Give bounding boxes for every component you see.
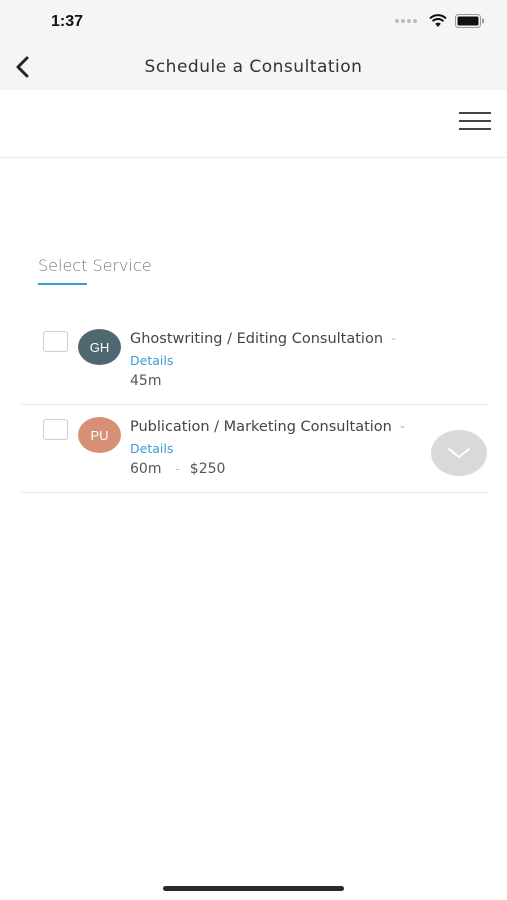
section-underline [38,283,87,285]
service-dash: - [391,331,397,347]
service-duration: 60m [130,461,162,477]
service-checkbox[interactable] [43,331,68,352]
avatar: PU [78,417,121,453]
status-time: 1:37 [51,13,84,30]
service-name-text: Publication / Marketing Consultation [130,419,392,435]
details-link[interactable]: Details [130,441,173,456]
scroll-down-button[interactable] [431,430,487,476]
select-service-label: Select Service [38,256,152,275]
wifi-icon [429,14,447,27]
status-icons [395,14,485,28]
service-meta: 60m - $250 [130,461,225,477]
page-title: Schedule a Consultation [144,57,363,77]
details-link[interactable]: Details [130,353,173,368]
meta-separator: - [175,462,180,476]
service-checkbox[interactable] [43,419,68,440]
service-name: Ghostwriting / Editing Consultation - [130,331,396,347]
service-name-text: Ghostwriting / Editing Consultation [130,331,384,347]
home-indicator[interactable] [163,886,344,891]
service-price: $250 [189,461,226,477]
avatar-initials: PU [90,427,109,443]
navigation-bar: Schedule a Consultation [0,44,507,90]
status-bar: 1:37 [0,0,507,44]
hamburger-icon [459,112,491,114]
service-item-publication[interactable]: PU Publication / Marketing Consultation -… [20,405,488,493]
service-item-ghostwriting[interactable]: GH Ghostwriting / Editing Consultation - … [20,316,488,405]
chevron-down-icon [448,448,470,458]
app-header [0,90,507,158]
battery-icon [455,14,484,28]
service-meta: 45m [130,373,161,389]
service-dash: - [399,419,406,435]
service-name: Publication / Marketing Consultation - [130,419,405,435]
signal-icon [395,19,417,23]
avatar: GH [78,329,121,365]
service-duration: 45m [130,373,162,389]
menu-button[interactable] [459,108,491,134]
avatar-initials: GH [89,339,110,355]
